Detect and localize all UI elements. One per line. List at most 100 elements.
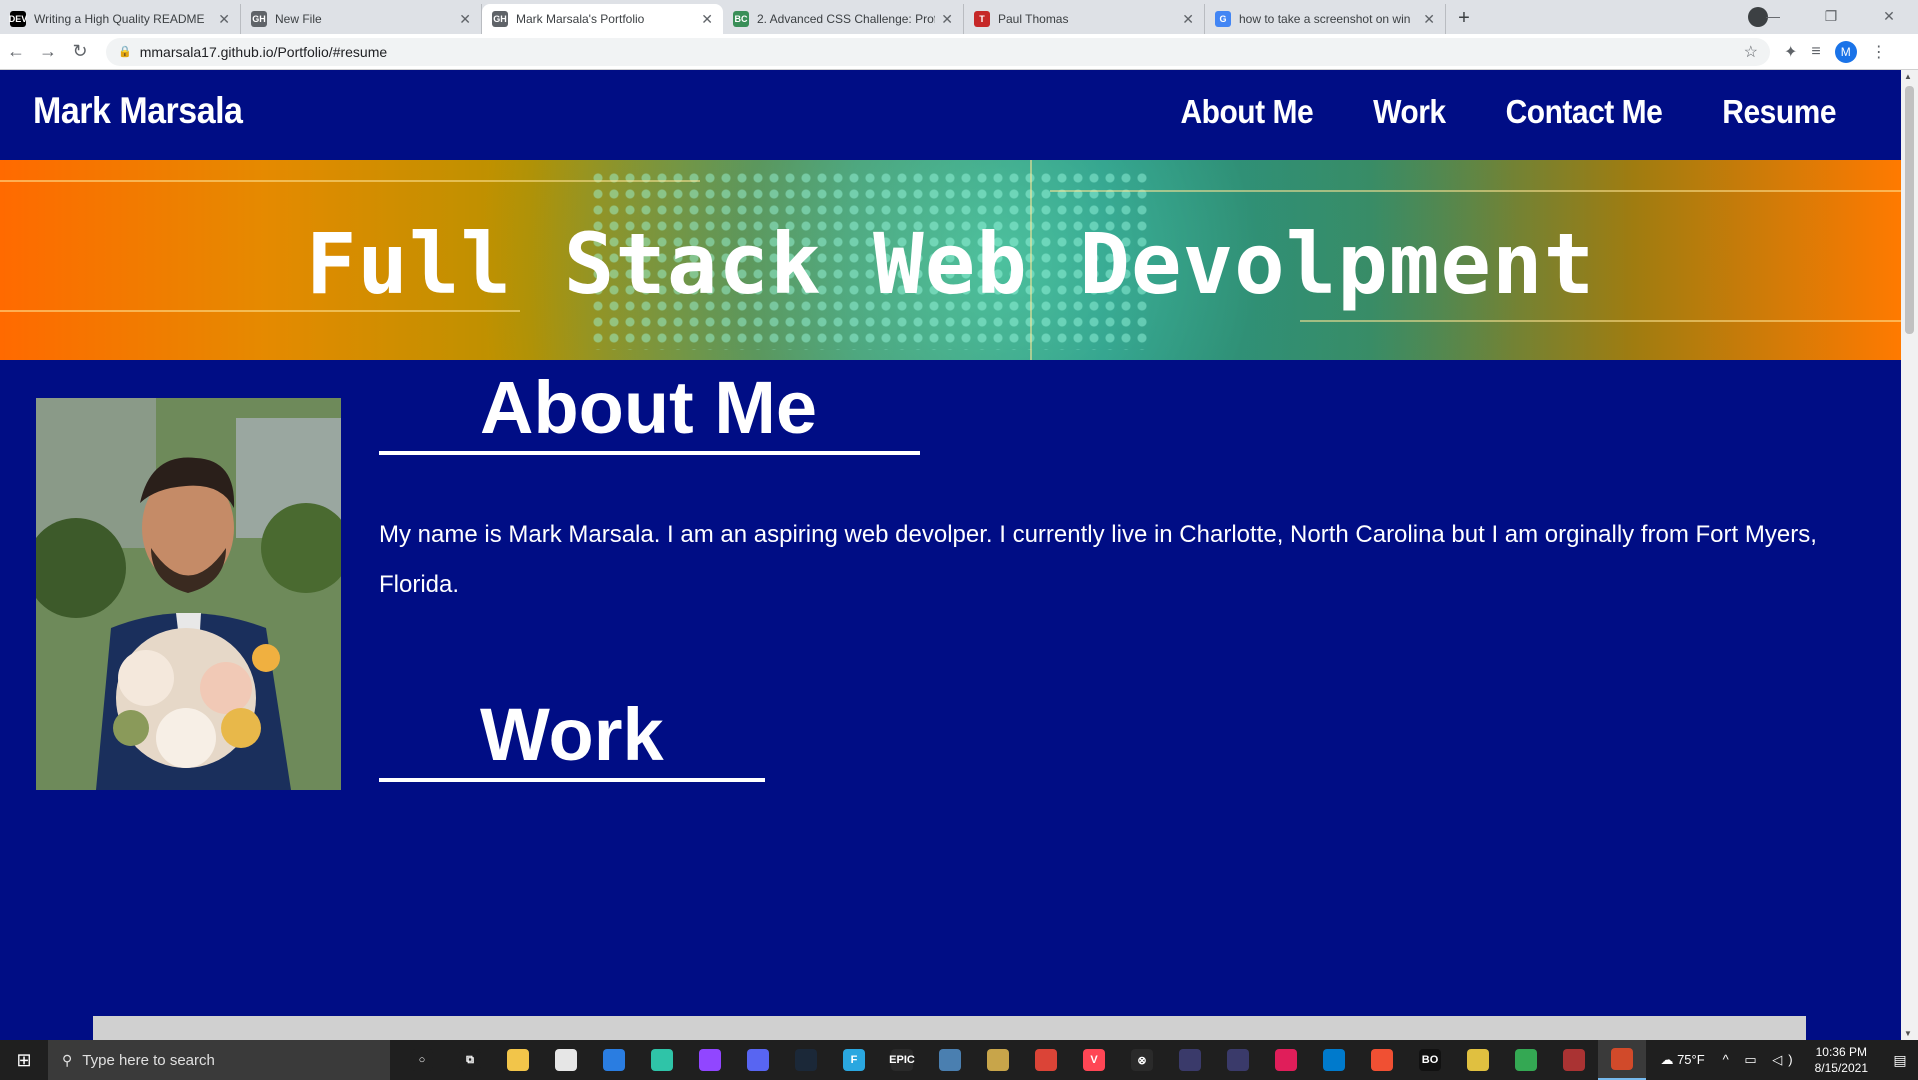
scroll-down-icon[interactable]: ▼	[1904, 1029, 1912, 1038]
nordvpn-icon	[1227, 1049, 1249, 1071]
lock-icon[interactable]: 🔒	[118, 45, 132, 58]
reading-list-icon[interactable]: ≡	[1811, 43, 1820, 61]
taskbar-clock[interactable]: 10:36 PM 8/15/2021	[1815, 1044, 1868, 1076]
taskbar-app[interactable]	[1598, 1040, 1646, 1080]
cortana-icon: ○	[411, 1049, 433, 1071]
taskbar-app[interactable]: ⧉	[446, 1040, 494, 1080]
browser-tab-strip: DEV Writing a High Quality README ✕ GH New F…	[0, 0, 1918, 34]
temperature-text: 75°F	[1677, 1052, 1705, 1067]
sandbox-icon	[1563, 1049, 1585, 1071]
taskbar-apps: ○ ⧉ F EPIC V ⊗ BO	[398, 1040, 1646, 1080]
system-tray: ☁ 75°F ^ ▭ ◁) 10:36 PM 8/15/2021 ▤	[1660, 1040, 1918, 1080]
browser-tab[interactable]: GH Mark Marsala's Portfolio ✕	[482, 4, 723, 34]
tab-favicon-icon: BC	[733, 11, 749, 27]
extensions-icon[interactable]: ✦	[1784, 42, 1797, 62]
scrollbar-thumb[interactable]	[1905, 86, 1914, 334]
git-icon	[1371, 1049, 1393, 1071]
url-text[interactable]: mmarsala17.github.io/Portfolio/#resume	[140, 44, 1744, 60]
taskbar-app[interactable]	[926, 1040, 974, 1080]
nav-work[interactable]: Work	[1373, 94, 1446, 131]
xbox-icon: ⊗	[1131, 1049, 1153, 1071]
site-brand[interactable]: Mark Marsala	[33, 90, 243, 133]
taskbar-app[interactable]	[494, 1040, 542, 1080]
weather-widget[interactable]: ☁ 75°F	[1660, 1052, 1704, 1068]
vpn-icon	[1179, 1049, 1201, 1071]
address-bar[interactable]: 🔒 mmarsala17.github.io/Portfolio/#resume…	[106, 37, 1770, 66]
taskbar-app[interactable]: EPIC	[878, 1040, 926, 1080]
minimize-button[interactable]: —	[1744, 8, 1802, 24]
tab-favicon-icon: G	[1215, 11, 1231, 27]
horizontal-scrollbar[interactable]	[93, 1016, 1806, 1040]
slack-icon	[1275, 1049, 1297, 1071]
paint-icon	[1611, 1048, 1633, 1070]
profile-avatar[interactable]: M	[1834, 40, 1857, 63]
taskbar-search-box[interactable]: ⚲ Type here to search	[48, 1040, 390, 1080]
taskbar-app[interactable]	[1262, 1040, 1310, 1080]
taskbar-app[interactable]	[1502, 1040, 1550, 1080]
taskbar-app[interactable]	[1550, 1040, 1598, 1080]
browser-toolbar: ← → ↻ 🔒 mmarsala17.github.io/Portfolio/#…	[0, 34, 1918, 70]
taskbar-app[interactable]	[1358, 1040, 1406, 1080]
tab-close-icon[interactable]: ✕	[1423, 11, 1435, 28]
tab-close-icon[interactable]: ✕	[459, 11, 471, 28]
taskbar-app[interactable]: V	[1070, 1040, 1118, 1080]
taskbar-app[interactable]	[974, 1040, 1022, 1080]
taskbar-app[interactable]: BO	[1406, 1040, 1454, 1080]
taskbar-app[interactable]	[638, 1040, 686, 1080]
new-tab-button[interactable]: +	[1450, 4, 1478, 32]
about-me-heading: About Me	[480, 366, 818, 449]
tab-close-icon[interactable]: ✕	[941, 11, 953, 28]
tray-icons[interactable]: ^ ▭ ◁)	[1723, 1052, 1799, 1068]
tab-title: Writing a High Quality README	[34, 12, 205, 26]
browser-tab[interactable]: BC 2. Advanced CSS Challenge: Prof ✕	[723, 4, 964, 34]
scroll-up-icon[interactable]: ▲	[1904, 72, 1912, 81]
taskbar-app[interactable]	[1022, 1040, 1070, 1080]
taskbar-app[interactable]	[1214, 1040, 1262, 1080]
task-view-icon: ⧉	[459, 1049, 481, 1071]
taskbar-app[interactable]	[1454, 1040, 1502, 1080]
taskbar-app[interactable]	[686, 1040, 734, 1080]
tab-title: Mark Marsala's Portfolio	[516, 12, 645, 26]
shield-app-icon	[939, 1049, 961, 1071]
taskbar-app[interactable]	[734, 1040, 782, 1080]
windows-start-icon[interactable]: ⊞	[0, 1050, 48, 1071]
tab-close-icon[interactable]: ✕	[701, 11, 713, 28]
taskbar-app[interactable]	[590, 1040, 638, 1080]
tab-favicon-icon: T	[974, 11, 990, 27]
nav-about-me[interactable]: About Me	[1180, 94, 1313, 131]
vertical-scrollbar[interactable]: ▲ ▼	[1901, 70, 1918, 1040]
menu-icon[interactable]: ⋮	[1871, 42, 1887, 62]
browser-tab[interactable]: DEV Writing a High Quality README ✕	[0, 4, 241, 34]
close-window-button[interactable]: ✕	[1860, 8, 1918, 25]
file-explorer-icon	[507, 1049, 529, 1071]
taskbar-app[interactable]: ○	[398, 1040, 446, 1080]
bookmark-star-icon[interactable]: ☆	[1744, 42, 1758, 62]
restore-button[interactable]: ❐	[1802, 8, 1860, 25]
tab-close-icon[interactable]: ✕	[218, 11, 230, 28]
tab-close-icon[interactable]: ✕	[1182, 11, 1194, 28]
nav-contact-me[interactable]: Contact Me	[1506, 94, 1663, 131]
taskbar-app[interactable]	[782, 1040, 830, 1080]
browser-tab[interactable]: GH New File ✕	[241, 4, 482, 34]
forward-icon[interactable]: →	[32, 41, 64, 62]
search-icon: ⚲	[62, 1051, 73, 1068]
taskbar-app[interactable]: F	[830, 1040, 878, 1080]
reload-icon[interactable]: ↻	[64, 41, 96, 62]
profile-photo-illustration	[36, 398, 341, 790]
taskbar-app[interactable]	[1166, 1040, 1214, 1080]
back-icon[interactable]: ←	[0, 41, 32, 62]
page-viewport: Mark Marsala About Me Work Contact Me Re…	[0, 70, 1901, 1040]
browser-tab[interactable]: T Paul Thomas ✕	[964, 4, 1205, 34]
taskbar-app[interactable]: ⊗	[1118, 1040, 1166, 1080]
black-ops-icon: BO	[1419, 1049, 1441, 1071]
chrome-icon	[1035, 1049, 1057, 1071]
tab-title: New File	[275, 12, 322, 26]
notifications-icon[interactable]: ▤	[1882, 1052, 1918, 1069]
fortnite-icon: F	[843, 1049, 865, 1071]
taskbar-search-placeholder: Type here to search	[82, 1051, 215, 1069]
taskbar-app[interactable]	[542, 1040, 590, 1080]
taskbar-app[interactable]	[1310, 1040, 1358, 1080]
nav-resume[interactable]: Resume	[1722, 94, 1836, 131]
browser-tab[interactable]: Ghow to take a screenshot on win ✕	[1205, 4, 1446, 34]
profile-photo	[36, 398, 341, 790]
